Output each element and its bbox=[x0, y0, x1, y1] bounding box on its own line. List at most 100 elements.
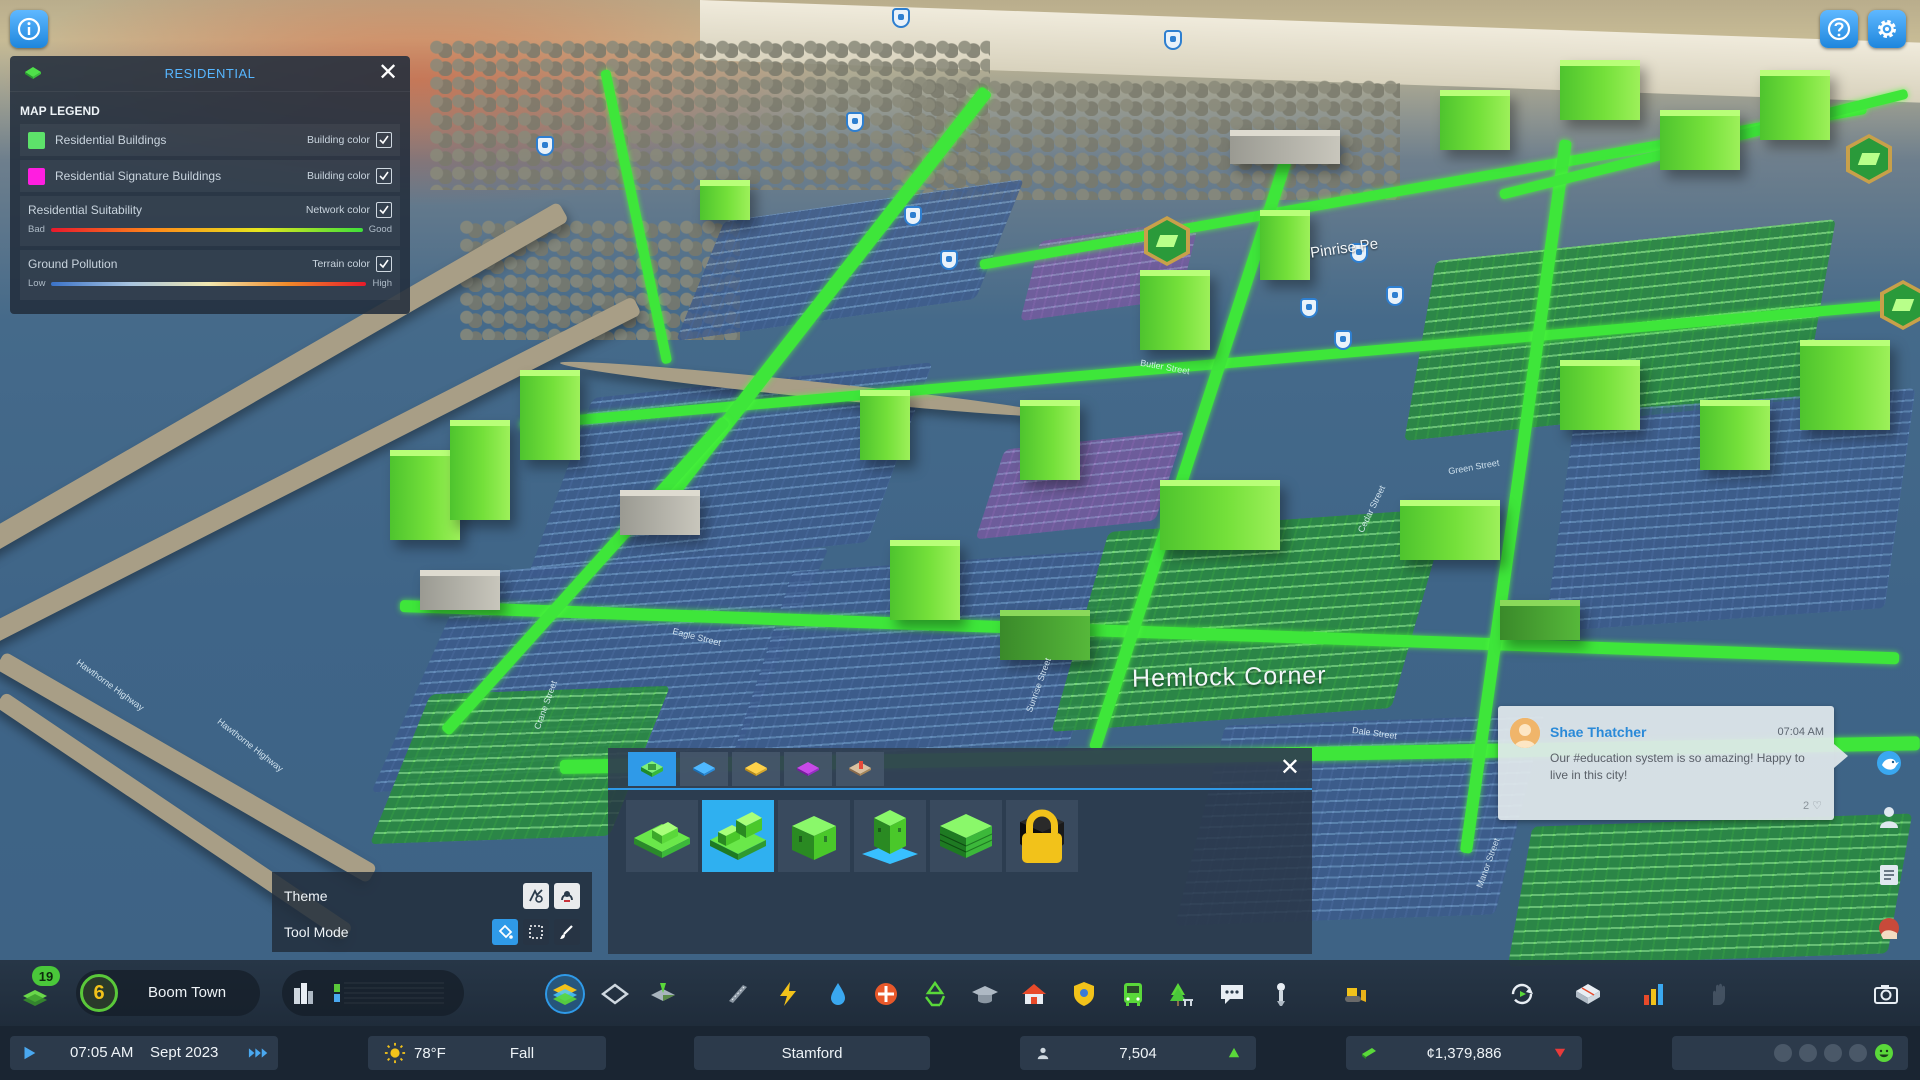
legend-subtitle: MAP LEGEND bbox=[20, 104, 100, 118]
weather-panel[interactable]: 78°F Fall bbox=[368, 1036, 606, 1070]
city-name-panel[interactable]: Stamford bbox=[694, 1036, 930, 1070]
healthcare-tool-button[interactable] bbox=[868, 976, 904, 1012]
locked-housing-option[interactable] bbox=[1006, 800, 1078, 872]
help-button[interactable] bbox=[1820, 10, 1858, 48]
legend-row-mode: Terrain color bbox=[312, 258, 370, 270]
theme-north-america-button[interactable] bbox=[523, 883, 549, 909]
journal-button[interactable] bbox=[1872, 858, 1906, 892]
settings-button[interactable] bbox=[1868, 10, 1906, 48]
residential-demand-bar bbox=[334, 984, 340, 992]
low-density-housing-icon bbox=[634, 822, 690, 858]
service-pin[interactable] bbox=[904, 206, 922, 226]
zone-demand-panel[interactable] bbox=[282, 970, 464, 1016]
service-pin[interactable] bbox=[892, 8, 910, 28]
paint-tool-button[interactable] bbox=[554, 919, 580, 945]
chirp-likes[interactable]: 2 ♡ bbox=[1803, 799, 1822, 812]
zoning-tool-button[interactable] bbox=[547, 976, 583, 1012]
chirper-button[interactable] bbox=[1872, 746, 1906, 780]
checkmark-icon bbox=[379, 135, 389, 145]
milestone-panel[interactable]: 6 Boom Town bbox=[76, 970, 260, 1016]
fill-tool-button[interactable] bbox=[492, 919, 518, 945]
chirp-author[interactable]: Shae Thatcher bbox=[1550, 724, 1646, 740]
policies-button[interactable] bbox=[1702, 976, 1738, 1012]
legend-checkbox[interactable] bbox=[376, 168, 392, 184]
fast-forward-button[interactable] bbox=[244, 1040, 274, 1066]
money-panel[interactable]: ¢1,379,886 bbox=[1346, 1036, 1582, 1070]
citizens-button[interactable] bbox=[1872, 800, 1906, 834]
communications-tool-button[interactable] bbox=[1214, 976, 1250, 1012]
landmarks-tool-button[interactable] bbox=[1263, 976, 1299, 1012]
photo-mode-cycle-button[interactable] bbox=[1504, 976, 1540, 1012]
landscaping-tool-button[interactable] bbox=[645, 976, 681, 1012]
map-tiles-button[interactable] bbox=[1570, 976, 1606, 1012]
service-pin[interactable] bbox=[1386, 286, 1404, 306]
chirper-notification[interactable]: Shae Thatcher 07:04 AM Our #education sy… bbox=[1498, 706, 1848, 820]
service-pin[interactable] bbox=[536, 136, 554, 156]
legend-row-suitability: Residential Suitability Network color Ba… bbox=[20, 196, 400, 246]
mixed-housing-icon bbox=[862, 810, 918, 864]
service-pin[interactable] bbox=[846, 112, 864, 132]
residential-building bbox=[1400, 500, 1500, 560]
residential-signature-marker[interactable] bbox=[1880, 280, 1920, 330]
office-zone-tab[interactable] bbox=[784, 752, 832, 786]
mixed-housing-option[interactable] bbox=[854, 800, 926, 872]
service-pin[interactable] bbox=[1164, 30, 1182, 50]
map-tiles-icon bbox=[1576, 984, 1600, 1004]
healthcare-icon bbox=[875, 983, 897, 1005]
happiness-panel[interactable] bbox=[1672, 1036, 1908, 1070]
service-pin[interactable] bbox=[940, 250, 958, 270]
residential-building bbox=[1000, 610, 1090, 660]
police-tool-button[interactable] bbox=[1066, 976, 1102, 1012]
legend-checkbox[interactable] bbox=[376, 202, 392, 218]
medium-density-housing-option[interactable] bbox=[702, 800, 774, 872]
info-icon bbox=[17, 17, 41, 41]
district-name-label[interactable]: Pinrise Pe bbox=[1309, 235, 1379, 261]
marquee-tool-button[interactable] bbox=[523, 919, 549, 945]
transportation-tool-button[interactable] bbox=[1115, 976, 1151, 1012]
water-tool-button[interactable] bbox=[820, 976, 856, 1012]
roads-tool-button[interactable] bbox=[720, 976, 756, 1012]
camera-button[interactable] bbox=[1868, 976, 1904, 1012]
legend-checkbox[interactable] bbox=[376, 256, 392, 272]
person-avatar-icon bbox=[1510, 718, 1540, 748]
garbage-tool-button[interactable] bbox=[917, 976, 953, 1012]
advisor-button[interactable] bbox=[1872, 912, 1906, 946]
medium-density-row-housing-option[interactable] bbox=[778, 800, 850, 872]
residential-signature-marker[interactable] bbox=[1846, 134, 1892, 184]
theme-european-button[interactable] bbox=[554, 883, 580, 909]
gradient-high-label: High bbox=[372, 278, 392, 289]
info-button[interactable] bbox=[10, 10, 48, 48]
milestone-name: Boom Town bbox=[148, 984, 227, 1001]
notification-badge: 19 bbox=[32, 966, 60, 986]
district-name-label[interactable]: Hemlock Corner bbox=[1132, 661, 1327, 693]
fire-tool-button[interactable] bbox=[1016, 976, 1052, 1012]
rotate-arrows-icon bbox=[1511, 983, 1533, 1005]
service-pin[interactable] bbox=[1300, 298, 1318, 318]
zone-panel-close-button[interactable]: ✕ bbox=[1280, 756, 1300, 780]
legend-checkbox[interactable] bbox=[376, 132, 392, 148]
population-panel[interactable]: 7,504 bbox=[1020, 1036, 1256, 1070]
high-density-housing-option[interactable] bbox=[930, 800, 1002, 872]
education-tool-button[interactable] bbox=[967, 976, 1003, 1012]
service-pin[interactable] bbox=[1334, 330, 1352, 350]
bulldozer-tool-button[interactable] bbox=[1336, 976, 1372, 1012]
areas-tool-button[interactable] bbox=[597, 976, 633, 1012]
electricity-tool-button[interactable] bbox=[770, 976, 806, 1012]
recycle-icon bbox=[925, 980, 946, 1007]
low-density-housing-option[interactable] bbox=[626, 800, 698, 872]
very-unhappy-face-icon bbox=[1774, 1044, 1792, 1062]
legend-row-residential: Residential Buildings Building color bbox=[20, 124, 400, 156]
industrial-zone-tab[interactable] bbox=[732, 752, 780, 786]
parks-tool-button[interactable] bbox=[1164, 976, 1200, 1012]
commercial-zone-icon bbox=[693, 762, 715, 776]
legend-close-button[interactable]: ✕ bbox=[376, 61, 400, 86]
legend-row-mode: Network color bbox=[305, 204, 370, 216]
residential-building bbox=[860, 390, 910, 460]
special-zone-tab[interactable] bbox=[836, 752, 884, 786]
statistics-button[interactable] bbox=[1636, 976, 1672, 1012]
commercial-zone-tab[interactable] bbox=[680, 752, 728, 786]
graduation-cap-icon bbox=[972, 986, 998, 1004]
residential-zone-tab[interactable] bbox=[628, 752, 676, 786]
play-button[interactable] bbox=[16, 1040, 42, 1066]
unhappy-face-icon bbox=[1799, 1044, 1817, 1062]
